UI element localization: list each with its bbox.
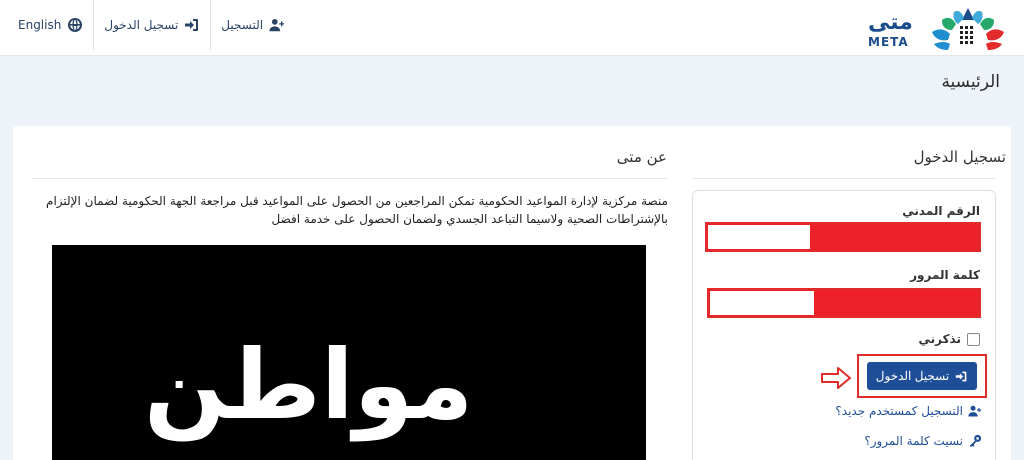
about-section-title: عن متى [616,148,667,166]
sign-in-icon [956,371,967,381]
logo-english: META [868,35,909,49]
sign-in-icon [185,19,199,31]
login-button-label: تسجيل الدخول [875,369,950,383]
nav-links: English تسجيل الدخول التسجيل [8,0,295,50]
civil-id-label: الرقم المدني [902,204,980,218]
forgot-password-link[interactable]: نسيت كلمة المرور؟ [864,434,982,448]
remember-checkbox[interactable] [967,332,980,346]
arrow-right-icon [821,367,851,389]
register-link-label: التسجيل كمستخدم جديد؟ [835,404,963,418]
language-label: English [18,18,62,32]
meta-logo[interactable]: متى META [866,4,1012,52]
login-divider [692,178,996,179]
register-nav-link[interactable]: التسجيل [210,0,295,50]
login-section-title: تسجيل الدخول [913,148,1006,166]
language-link[interactable]: English [8,0,93,50]
logo-emblem-icon [932,8,1004,50]
civil-id-input[interactable] [708,225,810,249]
about-image-text: مواطن [144,329,474,441]
key-icon [969,434,982,448]
user-plus-icon [968,405,982,417]
password-input[interactable] [710,291,814,315]
login-button[interactable]: تسجيل الدخول [867,362,977,390]
remember-label: تذكرني [918,332,961,346]
user-plus-icon [269,19,285,32]
remember-me[interactable]: تذكرني [918,332,980,346]
login-nav-link[interactable]: تسجيل الدخول [93,0,210,50]
top-navbar: English تسجيل الدخول التسجيل متى META [0,0,1024,56]
logo-arabic: متى [868,10,913,35]
globe-icon [68,18,83,32]
password-label: كلمة المرور [910,268,980,282]
about-divider [32,178,668,179]
civil-id-highlight [705,222,981,252]
page-title: الرئيسية [941,72,1000,92]
forgot-password-label: نسيت كلمة المرور؟ [864,434,963,448]
login-nav-label: تسجيل الدخول [104,18,179,32]
register-nav-label: التسجيل [221,18,264,32]
password-highlight [707,288,981,318]
about-description: منصة مركزية لإدارة المواعيد الحكومية تمك… [46,194,668,226]
register-link[interactable]: التسجيل كمستخدم جديد؟ [835,404,982,418]
about-image: مواطن [52,245,646,460]
